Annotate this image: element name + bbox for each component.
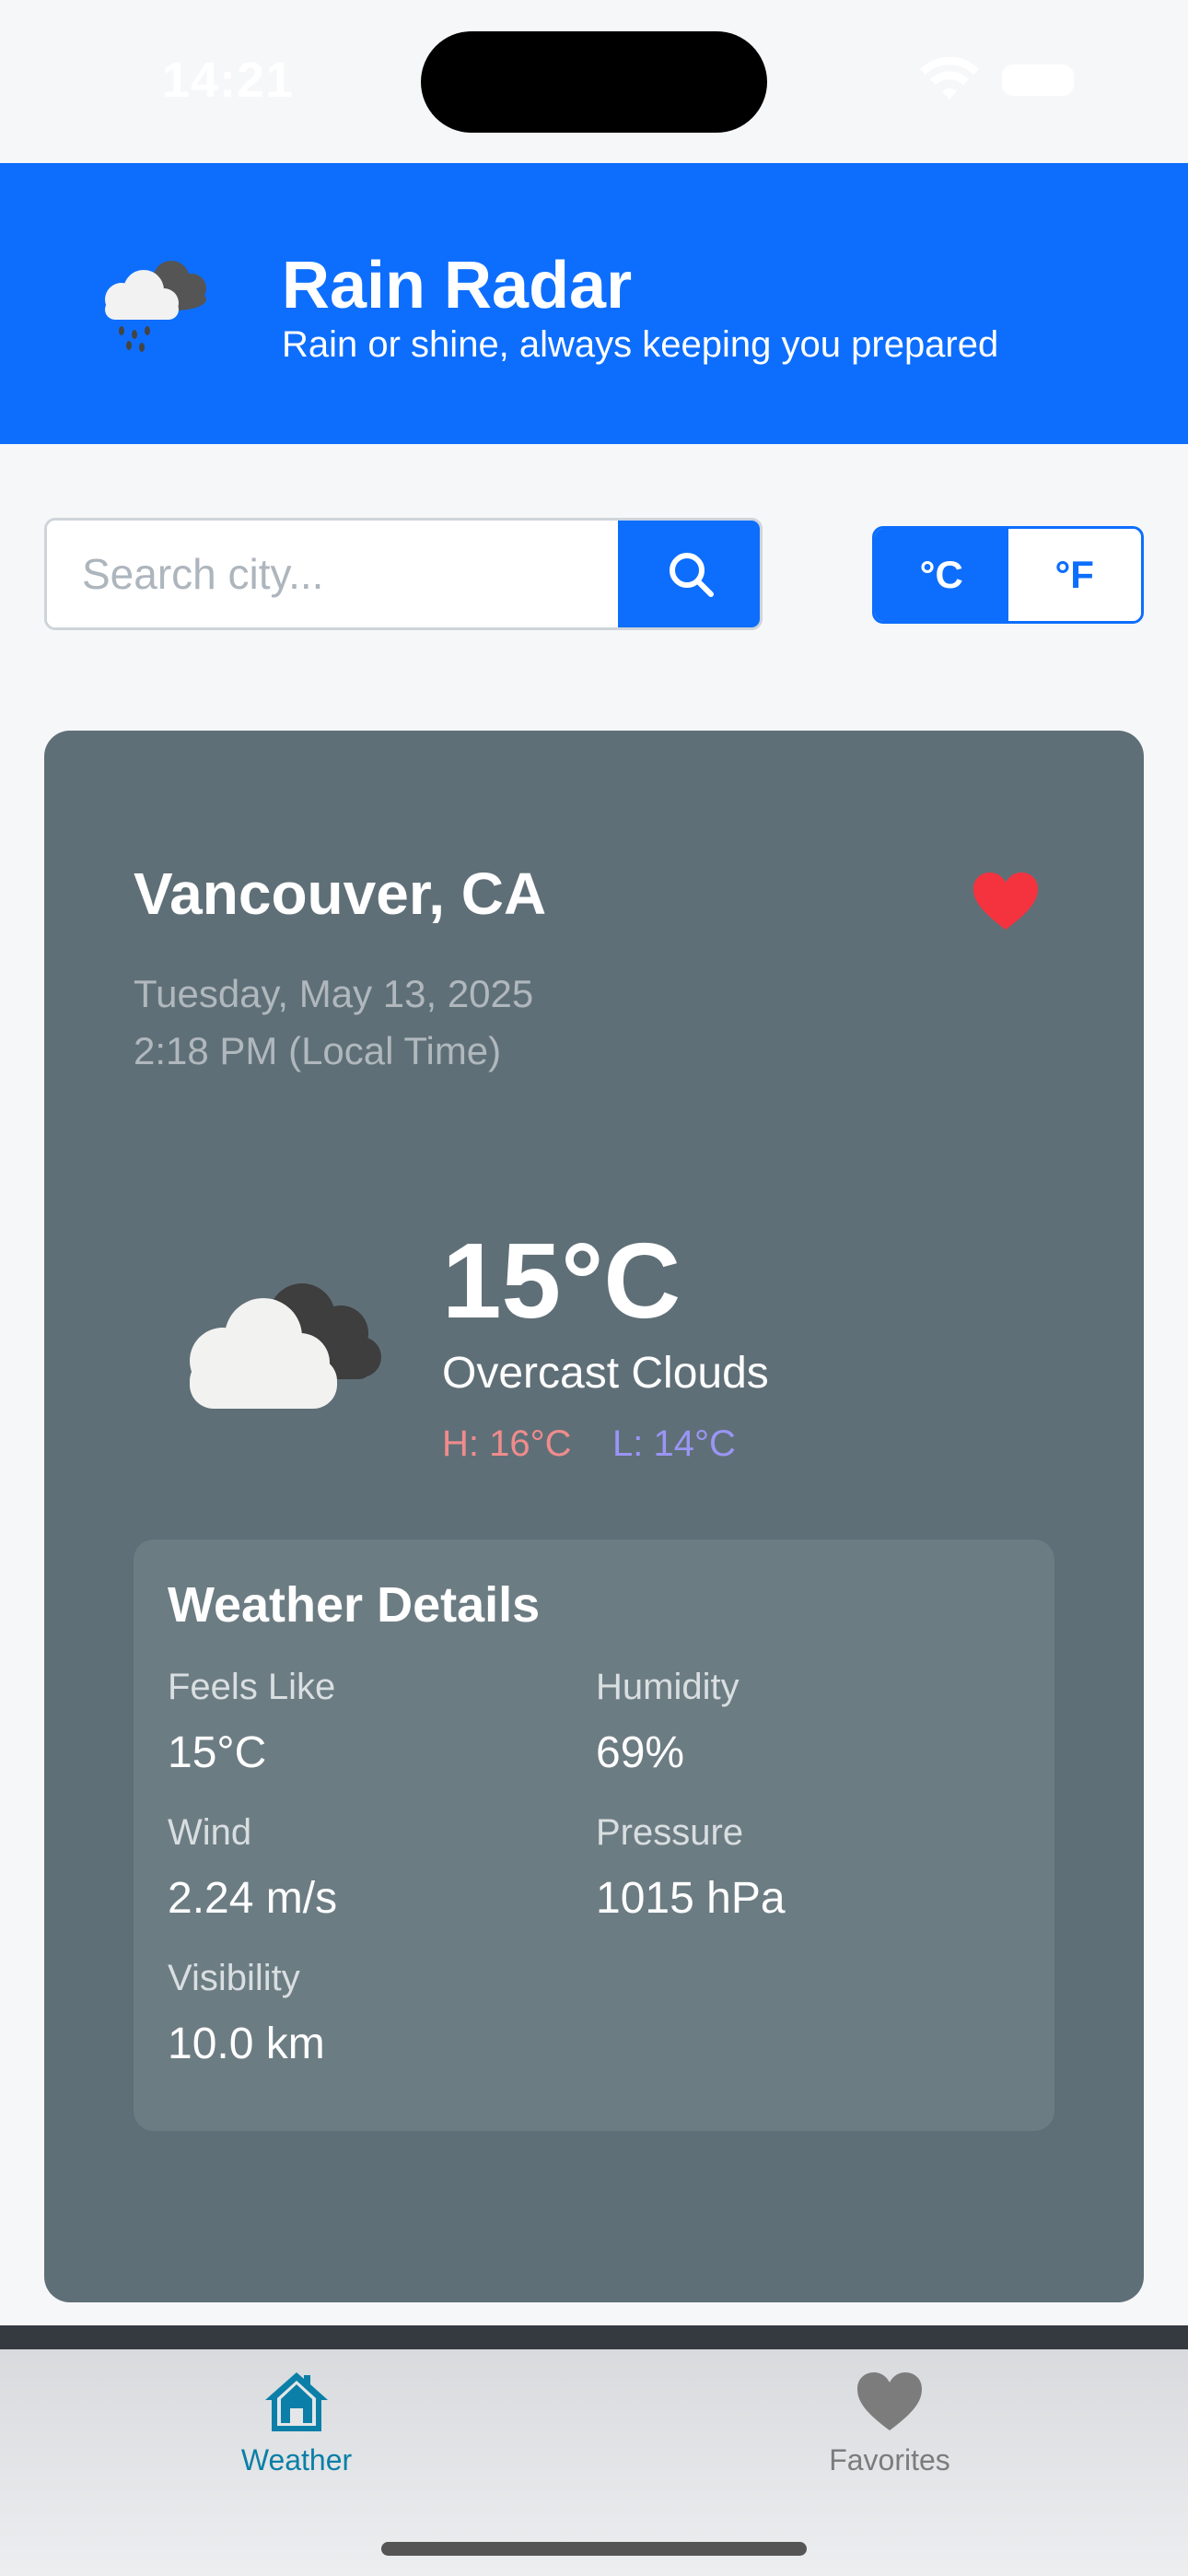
visibility-label: Visibility bbox=[168, 1958, 300, 1998]
celsius-button[interactable]: °C bbox=[875, 529, 1008, 621]
app-subtitle: Rain or shine, always keeping you prepar… bbox=[282, 324, 999, 365]
battery-icon bbox=[1002, 64, 1074, 96]
high-temperature: H: 16°C bbox=[442, 1423, 572, 1464]
status-bar: 14:21 bbox=[0, 0, 1188, 163]
tab-weather-label: Weather bbox=[240, 2443, 353, 2476]
pressure-label: Pressure bbox=[596, 1812, 744, 1853]
humidity-label: Humidity bbox=[596, 1667, 740, 1707]
wind-value: 2.24 m/s bbox=[168, 1874, 338, 1923]
tab-favorites-label: Favorites bbox=[829, 2443, 950, 2476]
city-name: Vancouver, CA bbox=[134, 861, 547, 927]
tab-bar-divider bbox=[0, 2325, 1188, 2349]
search-input[interactable] bbox=[47, 521, 618, 627]
search-icon bbox=[669, 553, 714, 597]
unit-toggle: °C °F bbox=[872, 526, 1144, 624]
home-indicator[interactable] bbox=[381, 2542, 807, 2556]
current-temperature: 15°C bbox=[442, 1221, 681, 1341]
tab-bar: Weather Favorites bbox=[0, 2349, 1188, 2576]
rain-cloud-icon bbox=[105, 261, 206, 352]
wifi-icon bbox=[920, 57, 979, 100]
weather-description: Overcast Clouds bbox=[442, 1349, 769, 1398]
tab-favorites[interactable]: Favorites bbox=[751, 2370, 1028, 2508]
date-text: Tuesday, May 13, 2025 bbox=[134, 972, 534, 1015]
pressure-value: 1015 hPa bbox=[596, 1874, 786, 1923]
feels-like-label: Feels Like bbox=[168, 1667, 336, 1707]
fahrenheit-button[interactable]: °F bbox=[1007, 529, 1141, 621]
search-button[interactable] bbox=[618, 521, 760, 627]
wind-label: Wind bbox=[168, 1812, 252, 1853]
local-time-text: 2:18 PM (Local Time) bbox=[134, 1029, 502, 1072]
home-icon bbox=[265, 2372, 328, 2431]
low-temperature: L: 14°C bbox=[612, 1423, 736, 1464]
weather-card: Vancouver, CA Tuesday, May 13, 2025 2:18… bbox=[44, 731, 1144, 2302]
tab-weather[interactable]: Weather bbox=[158, 2370, 435, 2508]
heart-icon bbox=[857, 2372, 922, 2430]
app-header: Rain Radar Rain or shine, always keeping… bbox=[0, 163, 1188, 444]
feels-like-value: 15°C bbox=[168, 1728, 267, 1777]
app-title: Rain Radar bbox=[282, 249, 633, 322]
weather-details-panel: Weather Details Feels Like 15°C Humidity… bbox=[134, 1540, 1054, 2131]
status-time: 14:21 bbox=[162, 53, 295, 108]
details-title: Weather Details bbox=[168, 1577, 541, 1633]
dynamic-island bbox=[421, 31, 767, 133]
humidity-value: 69% bbox=[596, 1728, 685, 1777]
overcast-cloud-icon bbox=[190, 1283, 381, 1409]
search-bar bbox=[44, 518, 763, 630]
visibility-value: 10.0 km bbox=[168, 2020, 325, 2068]
favorite-heart-icon[interactable] bbox=[972, 871, 1040, 931]
